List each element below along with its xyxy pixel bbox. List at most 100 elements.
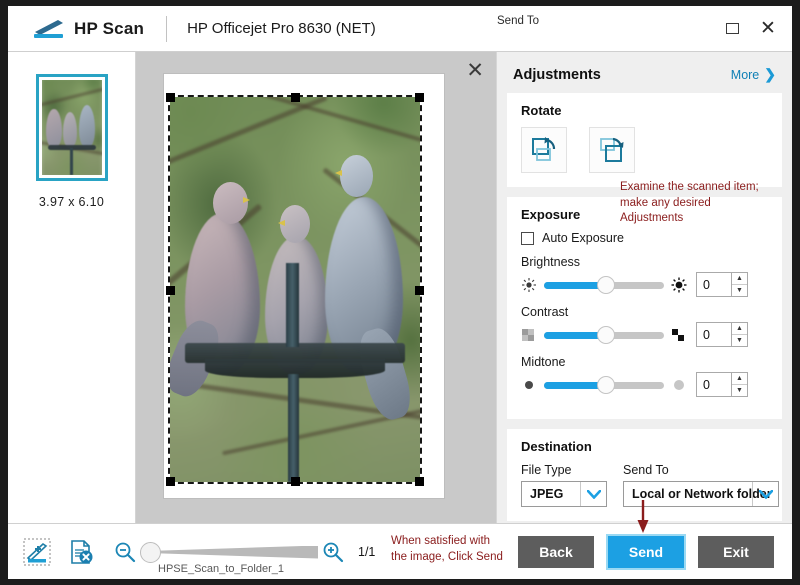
title-bar: HP Scan HP Officejet Pro 8630 (NET) Send… [8, 6, 792, 52]
file-type-select[interactable]: JPEG [521, 481, 607, 507]
spinner-down-icon[interactable]: ▼ [732, 385, 747, 396]
crop-handle[interactable] [415, 93, 424, 102]
contrast-low-icon [522, 328, 534, 341]
brightness-slider[interactable] [544, 275, 664, 295]
zoom-slider-knob[interactable] [140, 541, 161, 563]
file-type-field: File Type JPEG [521, 463, 607, 507]
preview-pane: ✕ [136, 52, 496, 523]
crop-handle[interactable] [415, 477, 424, 486]
rotate-right-button[interactable] [589, 127, 635, 173]
send-button[interactable]: Send [606, 533, 686, 570]
close-button[interactable]: ✕ [758, 19, 778, 39]
zoom-out-icon[interactable] [114, 541, 136, 563]
minimize-icon [725, 23, 739, 34]
crop-handle[interactable] [415, 285, 424, 295]
slider-knob[interactable] [596, 275, 615, 294]
title-divider [166, 15, 168, 42]
rotate-card: Rotate [507, 93, 782, 187]
auto-exposure-label: Auto Exposure [542, 231, 624, 245]
annotation-send: When satisfied with the image, Click Sen… [391, 535, 503, 563]
zoom-slider-track [148, 545, 318, 559]
add-scan-icon [23, 538, 51, 565]
adjustments-panel: Adjustments More ❯ Rotate Exposure Auto … [496, 52, 792, 523]
close-icon: ✕ [760, 18, 776, 39]
midtone-light-icon [674, 379, 684, 390]
midtone-slider-row: 0 ▲ ▼ [521, 372, 768, 397]
app-title: HP Scan [74, 18, 145, 38]
delete-page-icon [71, 539, 93, 564]
preview-close-icon[interactable]: ✕ [466, 60, 484, 81]
spinner-down-icon[interactable]: ▼ [732, 335, 747, 346]
more-link[interactable]: More ❯ [731, 66, 776, 83]
midtone-value: 0 [703, 377, 710, 392]
brightness-spinner[interactable]: 0 ▲ ▼ [696, 272, 748, 297]
rotate-buttons [521, 127, 768, 173]
rotate-left-icon [532, 137, 556, 161]
thumbnail-item[interactable] [35, 74, 108, 181]
more-label: More [730, 67, 760, 82]
midtone-label: Midtone [521, 355, 566, 369]
file-type-label: File Type [521, 463, 572, 477]
contrast-high-icon [672, 328, 684, 341]
contrast-slider-row: 0 ▲ ▼ [521, 322, 768, 347]
midtone-slider[interactable] [544, 375, 664, 395]
spinner-up-icon[interactable]: ▲ [732, 373, 747, 385]
delete-page-button[interactable] [66, 537, 96, 567]
device-name: HP Officejet Pro 8630 (NET) [187, 20, 376, 37]
thumbnail-rail: 3.97 x 6.10 [8, 52, 136, 523]
chevron-right-icon: ❯ [764, 66, 776, 82]
spinner-arrows: ▲ ▼ [731, 373, 747, 396]
brightness-slider-row: 0 ▲ ▼ [521, 272, 768, 297]
slider-knob[interactable] [596, 325, 615, 344]
brightness-label: Brightness [521, 255, 581, 269]
rotate-left-button[interactable] [521, 127, 567, 173]
work-area: 3.97 x 6.10 ✕ Adjustments More ❯ Rotate … [8, 52, 792, 523]
add-scan-button[interactable] [22, 537, 52, 567]
zoom-control-group: HPSE_Scan_to_Folder_1 1/1 [114, 537, 376, 575]
brightness-low-icon [522, 277, 536, 292]
contrast-slider[interactable] [544, 325, 664, 345]
midtone-dark-icon [525, 380, 533, 389]
minimize-button[interactable] [722, 19, 742, 39]
page-counter: 1/1 [358, 544, 376, 559]
crop-handle[interactable] [166, 477, 175, 486]
brightness-high-icon [671, 277, 687, 292]
hp-scan-window: HP Scan HP Officejet Pro 8630 (NET) Send… [8, 6, 792, 579]
auto-exposure-checkbox[interactable]: Auto Exposure [521, 231, 768, 245]
send-to-hint: Send To [497, 15, 539, 27]
destination-title: Destination [521, 439, 592, 454]
spinner-down-icon[interactable]: ▼ [732, 285, 747, 296]
scan-file-name: HPSE_Scan_to_Folder_1 [158, 562, 284, 575]
crop-handle[interactable] [291, 477, 300, 486]
crop-selection-frame[interactable] [166, 93, 424, 486]
back-button[interactable]: Back [518, 535, 594, 568]
checkbox-box [521, 231, 534, 245]
thumbnail-image [41, 80, 102, 175]
contrast-spinner[interactable]: 0 ▲ ▼ [696, 322, 748, 347]
send-to-label: Send To [623, 463, 669, 477]
zoom-in-icon[interactable] [322, 541, 344, 563]
scanner-icon [34, 19, 63, 38]
slider-knob[interactable] [596, 375, 615, 394]
file-type-value: JPEG [530, 487, 564, 501]
spinner-arrows: ▲ ▼ [731, 323, 747, 346]
spinner-up-icon[interactable]: ▲ [732, 323, 747, 335]
crop-handle[interactable] [166, 285, 175, 295]
contrast-label: Contrast [521, 305, 569, 319]
rotate-right-icon [600, 137, 624, 162]
adjustments-header: Adjustments More ❯ [507, 52, 782, 93]
chevron-down-icon[interactable] [752, 482, 778, 506]
midtone-spinner[interactable]: 0 ▲ ▼ [696, 372, 748, 397]
crop-handle[interactable] [166, 93, 175, 102]
exposure-card: Exposure Auto Exposure Brightness 0 ▲ ▼ … [507, 197, 782, 419]
window-controls: ✕ [722, 19, 778, 39]
zoom-slider[interactable]: HPSE_Scan_to_Folder_1 [140, 537, 318, 575]
exit-button[interactable]: Exit [698, 535, 774, 568]
contrast-value: 0 [703, 327, 710, 342]
crop-handle[interactable] [291, 93, 300, 102]
scanned-image [170, 97, 420, 482]
thumbnail-size-label: 3.97 x 6.10 [38, 195, 105, 209]
action-buttons: Back Send Exit [518, 533, 774, 570]
spinner-up-icon[interactable]: ▲ [732, 273, 747, 285]
chevron-down-icon[interactable] [580, 482, 606, 506]
